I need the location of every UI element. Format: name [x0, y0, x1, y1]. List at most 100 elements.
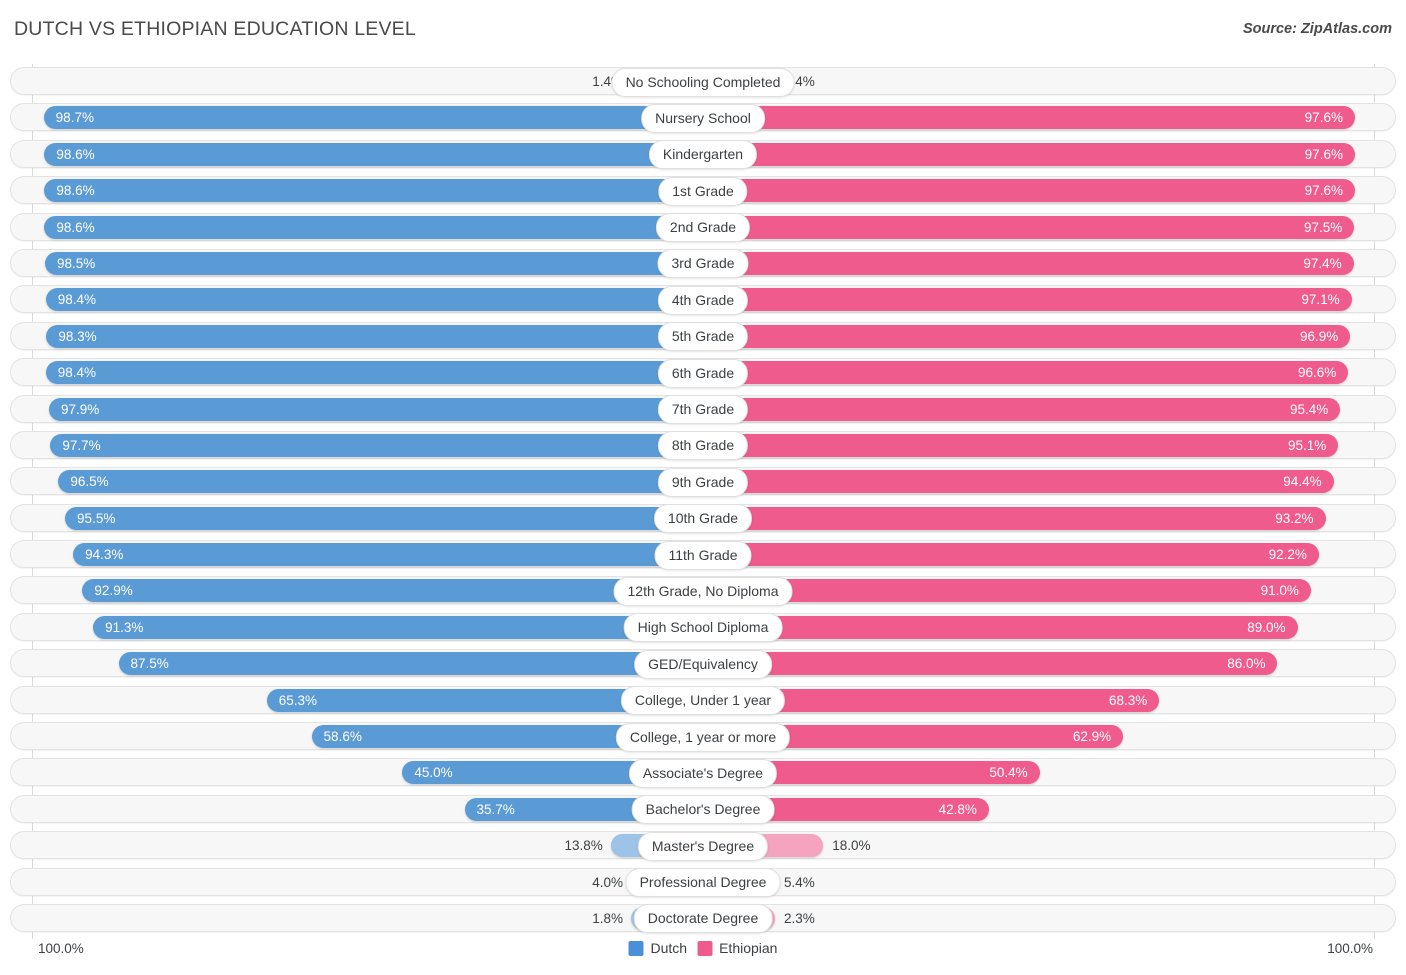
legend-swatch-ethiopian-icon [697, 940, 713, 956]
category-label-pill: 4th Grade [657, 285, 749, 315]
legend-item-ethiopian[interactable]: Ethiopian [697, 940, 777, 956]
legend-label-ethiopian: Ethiopian [719, 940, 778, 956]
bar-value-ethiopian: 5.4% [784, 874, 815, 890]
category-label-pill: High School Diploma [623, 613, 783, 643]
axis-min-label: 100.0% [38, 941, 84, 956]
bar-dutch[interactable] [44, 179, 703, 203]
category-label-pill: 2nd Grade [655, 213, 751, 243]
bar-dutch[interactable] [58, 470, 703, 494]
bar-value-dutch: 98.7% [55, 110, 94, 126]
bar-row: 96.5% 94.4% 9th Grade [0, 464, 1406, 500]
bar-ethiopian[interactable] [703, 324, 1351, 348]
bar-dutch[interactable] [45, 288, 703, 312]
bar-value-ethiopian: 97.5% [1304, 219, 1343, 235]
bar-dutch[interactable] [93, 615, 703, 639]
bar-ethiopian[interactable] [703, 251, 1354, 275]
chart-header: DUTCH VS ETHIOPIAN EDUCATION LEVEL Sourc… [0, 18, 1406, 52]
category-label-pill: 6th Grade [657, 358, 749, 388]
bar-row: 92.9% 91.0% 12th Grade, No Diploma [0, 573, 1406, 609]
bar-rows-container: 1.4% 2.4% No Schooling Completed 98.7% 97.6%… [0, 64, 1406, 937]
bar-row: 1.8% 2.3% Doctorate Degree [0, 901, 1406, 937]
category-label-pill: 10th Grade [653, 504, 753, 534]
bar-dutch[interactable] [73, 543, 703, 567]
bar-ethiopian[interactable] [703, 652, 1278, 676]
bar-ethiopian[interactable] [703, 288, 1352, 312]
bar-row: 98.3% 96.9% 5th Grade [0, 319, 1406, 355]
page-title: DUTCH VS ETHIOPIAN EDUCATION LEVEL [14, 18, 416, 40]
bar-ethiopian[interactable] [703, 506, 1326, 530]
bar-ethiopian[interactable] [703, 579, 1311, 603]
category-label-pill: Doctorate Degree [633, 904, 773, 934]
bar-dutch[interactable] [44, 142, 703, 166]
bar-dutch[interactable] [82, 579, 703, 603]
bar-row: 98.7% 97.6% Nursery School [0, 100, 1406, 136]
bar-value-dutch: 4.0% [592, 874, 623, 890]
bar-ethiopian[interactable] [703, 615, 1298, 639]
bar-value-dutch: 94.3% [85, 547, 124, 563]
bar-value-ethiopian: 62.9% [1072, 729, 1112, 745]
bar-value-ethiopian: 86.0% [1227, 656, 1266, 672]
category-label-pill: Master's Degree [637, 831, 769, 861]
category-label-pill: No Schooling Completed [611, 67, 795, 97]
bar-value-dutch: 65.3% [278, 692, 318, 708]
bar-value-dutch: 96.5% [70, 474, 109, 490]
bar-ethiopian[interactable] [703, 543, 1319, 567]
category-label-pill: College, Under 1 year [620, 686, 786, 716]
bar-row: 94.3% 92.2% 11th Grade [0, 537, 1406, 573]
bar-dutch[interactable] [49, 397, 703, 421]
bar-value-dutch: 87.5% [130, 656, 169, 672]
bar-value-ethiopian: 2.3% [784, 910, 815, 926]
bar-value-dutch: 98.3% [58, 328, 97, 344]
category-label-pill: 8th Grade [657, 431, 749, 461]
bar-value-ethiopian: 68.3% [1108, 692, 1148, 708]
category-label-pill: 11th Grade [654, 540, 752, 570]
bar-dutch[interactable] [46, 324, 703, 348]
bar-value-dutch: 98.6% [56, 146, 95, 162]
bar-value-ethiopian: 50.4% [989, 765, 1028, 781]
bar-value-ethiopian: 97.1% [1301, 292, 1340, 308]
bar-row: 98.4% 97.1% 4th Grade [0, 282, 1406, 318]
category-label-pill: Nursery School [641, 103, 765, 133]
legend-label-dutch: Dutch [650, 940, 688, 956]
bar-value-ethiopian: 93.2% [1275, 510, 1314, 526]
bar-row: 1.4% 2.4% No Schooling Completed [0, 64, 1406, 100]
category-label-pill: GED/Equivalency [634, 649, 772, 679]
legend-swatch-dutch-icon [628, 940, 644, 956]
bar-row: 98.6% 97.6% 1st Grade [0, 173, 1406, 209]
bar-row: 98.4% 96.6% 6th Grade [0, 355, 1406, 391]
bar-ethiopian[interactable] [703, 433, 1339, 457]
bar-row: 98.5% 97.4% 3rd Grade [0, 246, 1406, 282]
bar-ethiopian[interactable] [703, 106, 1355, 130]
bar-ethiopian[interactable] [703, 179, 1355, 203]
bar-value-dutch: 98.6% [56, 219, 95, 235]
bar-value-dutch: 95.5% [77, 510, 116, 526]
bar-ethiopian[interactable] [703, 470, 1334, 494]
bar-ethiopian[interactable] [703, 215, 1355, 239]
bar-row: 87.5% 86.0% GED/Equivalency [0, 646, 1406, 682]
bar-ethiopian[interactable] [703, 397, 1341, 421]
bar-value-dutch: 35.7% [476, 801, 515, 817]
bar-value-dutch: 13.8% [564, 838, 603, 854]
bar-dutch[interactable] [45, 361, 703, 385]
bar-value-dutch: 45.0% [414, 765, 453, 781]
bar-value-ethiopian: 91.0% [1260, 583, 1299, 599]
bar-dutch[interactable] [50, 433, 703, 457]
bar-dutch[interactable] [45, 251, 703, 275]
bar-dutch[interactable] [43, 106, 703, 130]
bar-dutch[interactable] [44, 215, 703, 239]
bar-value-ethiopian: 97.4% [1303, 255, 1342, 271]
category-label-pill: Professional Degree [625, 868, 781, 898]
bar-dutch[interactable] [65, 506, 703, 530]
legend-item-dutch[interactable]: Dutch [628, 940, 688, 956]
bar-row: 98.6% 97.6% Kindergarten [0, 137, 1406, 173]
bar-value-ethiopian: 95.4% [1289, 401, 1329, 417]
bar-ethiopian[interactable] [703, 142, 1355, 166]
bar-ethiopian[interactable] [703, 361, 1349, 385]
bar-value-ethiopian: 92.2% [1268, 547, 1307, 563]
bar-value-dutch: 92.9% [94, 583, 133, 599]
bar-value-dutch: 1.8% [592, 910, 623, 926]
bar-row: 97.7% 95.1% 8th Grade [0, 428, 1406, 464]
bar-value-dutch: 97.9% [61, 401, 100, 417]
category-label-pill: 12th Grade, No Diploma [613, 576, 793, 606]
bar-dutch[interactable] [118, 652, 703, 676]
